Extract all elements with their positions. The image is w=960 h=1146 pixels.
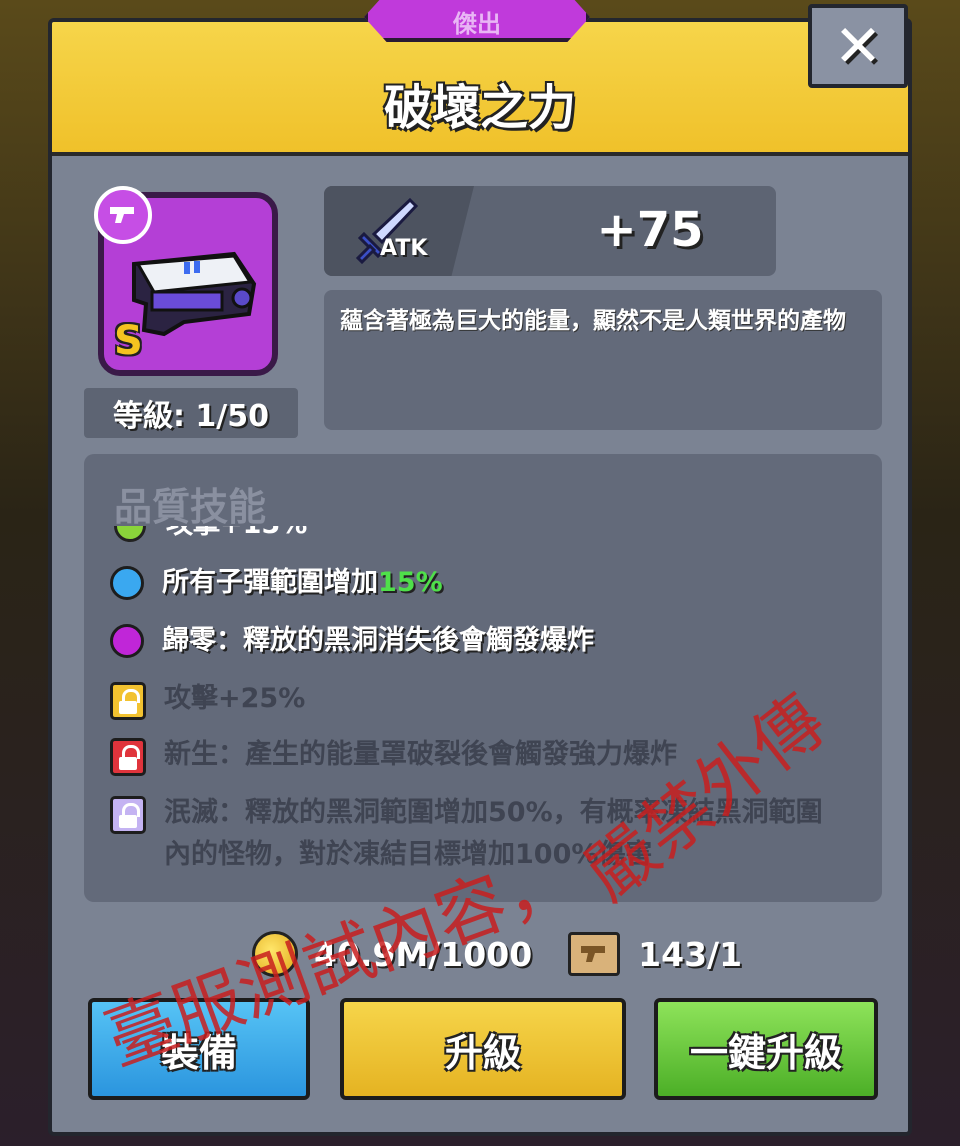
one-click-upgrade-button[interactable]: 一鍵升級 xyxy=(654,998,878,1100)
skill-row: 攻擊+25% xyxy=(110,682,862,720)
lock-icon xyxy=(110,796,146,834)
skill-partial-text: 攻擊+15% xyxy=(166,526,307,541)
stat-label: ATK xyxy=(380,236,428,261)
skill-row: 新生：產生的能量罩破裂後會觸發強力爆炸 xyxy=(110,738,862,776)
skill-text: 歸零：釋放的黑洞消失後會觸發爆炸 xyxy=(162,625,594,656)
item-title: 破壞之力 xyxy=(383,80,576,136)
grade-letter: S xyxy=(114,318,143,364)
skill-text: 攻擊+25% xyxy=(164,683,306,714)
skill-row: 歸零：釋放的黑洞消失後會觸發爆炸 xyxy=(110,624,862,662)
skill-row: 泯滅：釋放的黑洞範圍增加50%，有概率凍結黑洞範圍內的怪物，對於凍結目標增加10… xyxy=(110,796,862,876)
attack-stat: ATK +75 xyxy=(324,186,776,276)
skill-dot-blue xyxy=(110,566,144,600)
skill-row: 所有子彈範圍增加15% xyxy=(110,566,862,604)
dialog-header: 破壞之力 xyxy=(52,22,908,156)
skills-title: 品質技能 xyxy=(114,485,267,529)
item-description: 蘊含著極為巨大的能量，顯然不是人類世界的產物 xyxy=(324,290,882,430)
upgrade-button[interactable]: 升級 xyxy=(340,998,626,1100)
equip-button[interactable]: 裝備 xyxy=(88,998,310,1100)
upgrade-cost: 40.9M/1000 143/1 xyxy=(252,926,742,982)
skill-partial-row: 攻擊+15% xyxy=(114,526,314,546)
blueprint-cost: 143/1 xyxy=(638,934,743,974)
stat-icon-area: ATK xyxy=(324,186,474,276)
rarity-tab: 傑出 xyxy=(364,0,590,42)
quality-skills-panel[interactable]: 品質技能 攻擊+15% 所有子彈範圍增加15% 歸零：釋放的黑洞消失後會觸發爆炸… xyxy=(84,454,882,902)
coin-cost: 40.9M/1000 xyxy=(314,934,533,974)
lock-icon xyxy=(110,738,146,776)
stat-value: +75 xyxy=(596,202,704,258)
rarity-label: 傑出 xyxy=(453,9,501,38)
close-button[interactable]: ✕ xyxy=(808,4,908,88)
item-detail-dialog: 破壞之力 S 等級: 1/50 ATK +75 蘊含著極為巨大的能量，顯然不是人… xyxy=(48,18,912,1136)
blaster-gun-icon xyxy=(132,251,257,337)
gold-coin-icon xyxy=(252,931,298,977)
item-icon-card: S xyxy=(94,186,278,376)
skill-text: 所有子彈範圍增加15% xyxy=(162,567,443,598)
skill-dot-purple xyxy=(110,624,144,658)
lock-icon xyxy=(110,682,146,720)
close-icon: ✕ xyxy=(833,12,883,80)
blueprint-scroll-icon xyxy=(568,932,621,976)
level-indicator: 等級: 1/50 xyxy=(84,388,298,438)
skill-text: 泯滅：釋放的黑洞範圍增加50%，有概率凍結黑洞範圍內的怪物，對於凍結目標增加10… xyxy=(164,797,823,870)
skill-text: 新生：產生的能量罩破裂後會觸發強力爆炸 xyxy=(164,739,677,770)
skill-dot-green xyxy=(114,526,146,542)
